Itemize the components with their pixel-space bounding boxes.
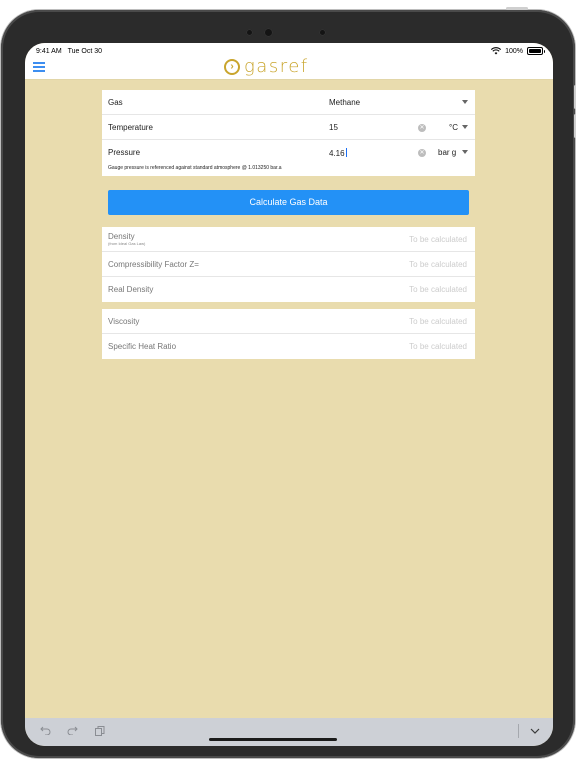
result-row-density: Density (from Ideal Gas Law) To be calcu… [102, 227, 475, 252]
text-cursor [345, 148, 347, 157]
result-value: To be calculated [409, 317, 467, 326]
temperature-unit-value: °C [449, 123, 458, 132]
chevron-down-icon[interactable] [530, 727, 540, 738]
gas-select-value[interactable]: Methane [329, 98, 360, 107]
status-right: 100% [491, 47, 545, 55]
temperature-label: Temperature [108, 123, 153, 132]
result-value: To be calculated [409, 260, 467, 269]
top-button [506, 7, 528, 10]
ipad-frame: 9:41 AM Tue Oct 30 100% › gasref Gas Met… [1, 7, 576, 758]
navigation-bar: 9:41 AM Tue Oct 30 100% › gasref [25, 43, 553, 80]
temperature-input[interactable]: 15 [329, 123, 338, 132]
pressure-unit-value: bar g [438, 148, 457, 157]
clear-temperature-icon[interactable]: ✕ [418, 124, 426, 132]
result-label: Real Density [108, 285, 154, 294]
chevron-circle-icon: › [224, 58, 240, 75]
calculate-gas-data-button[interactable]: Calculate Gas Data [108, 190, 469, 215]
app-logo: › gasref [224, 56, 309, 77]
pressure-row: Pressure 4.16 ✕ bar g Gauge pressure is … [102, 140, 475, 176]
proximity-sensor [319, 29, 326, 36]
clear-pressure-icon[interactable]: ✕ [418, 149, 426, 157]
temperature-unit-select[interactable]: °C [449, 123, 458, 132]
clipboard-icon[interactable] [95, 726, 105, 739]
toolbar-divider [518, 724, 519, 738]
pressure-label: Pressure [108, 148, 141, 157]
front-camera [264, 28, 273, 37]
gas-select-row[interactable]: Gas Methane [102, 90, 475, 115]
result-sublabel: (from Ideal Gas Law) [108, 241, 146, 246]
status-date: Tue Oct 30 [67, 48, 103, 55]
result-row-compressibility: Compressibility Factor Z= To be calculat… [102, 252, 475, 277]
logo-text: gasref [244, 56, 309, 77]
result-label: Viscosity [108, 317, 140, 326]
battery-percent: 100% [505, 47, 523, 55]
result-row-viscosity: Viscosity To be calculated [102, 309, 475, 334]
status-time-date: 9:41 AM Tue Oct 30 [36, 48, 102, 55]
dropdown-caret-icon [462, 125, 468, 129]
gas-input-form: Gas Methane Temperature 15 ✕ °C Pressure… [102, 90, 475, 176]
temperature-row: Temperature 15 ✕ °C [102, 115, 475, 140]
dropdown-caret-icon [462, 150, 468, 154]
undo-icon[interactable] [40, 726, 51, 738]
result-row-real-density: Real Density To be calculated [102, 277, 475, 302]
hamburger-menu-button[interactable] [33, 62, 45, 72]
result-label: Compressibility Factor Z= [108, 260, 199, 269]
results-density-group: Density (from Ideal Gas Law) To be calcu… [102, 227, 475, 302]
gas-label: Gas [108, 98, 123, 107]
hamburger-icon-line [33, 62, 45, 64]
result-value: To be calculated [409, 285, 467, 294]
pressure-input[interactable]: 4.16 [329, 148, 347, 158]
status-time: 9:41 AM [36, 48, 62, 55]
redo-icon[interactable] [67, 726, 78, 738]
hamburger-icon-line [33, 70, 45, 72]
keyboard-shortcut-bar [25, 718, 553, 746]
wifi-icon [491, 47, 502, 55]
battery-icon [527, 47, 545, 55]
face-id-sensor [246, 29, 253, 36]
gauge-pressure-note: Gauge pressure is referenced against sta… [108, 165, 282, 171]
app-screen: 9:41 AM Tue Oct 30 100% › gasref Gas Met… [25, 43, 553, 746]
hamburger-icon-line [33, 66, 45, 68]
results-viscosity-group: Viscosity To be calculated Specific Heat… [102, 309, 475, 359]
pressure-unit-select[interactable]: bar g [438, 148, 456, 157]
result-label: Density [108, 232, 135, 241]
home-indicator[interactable] [209, 738, 337, 741]
dropdown-caret-icon [462, 100, 468, 104]
result-row-specific-heat-ratio: Specific Heat Ratio To be calculated [102, 334, 475, 359]
result-label: Specific Heat Ratio [108, 342, 177, 351]
result-value: To be calculated [409, 342, 467, 351]
result-value: To be calculated [409, 235, 467, 244]
pressure-input-value: 4.16 [329, 149, 345, 158]
